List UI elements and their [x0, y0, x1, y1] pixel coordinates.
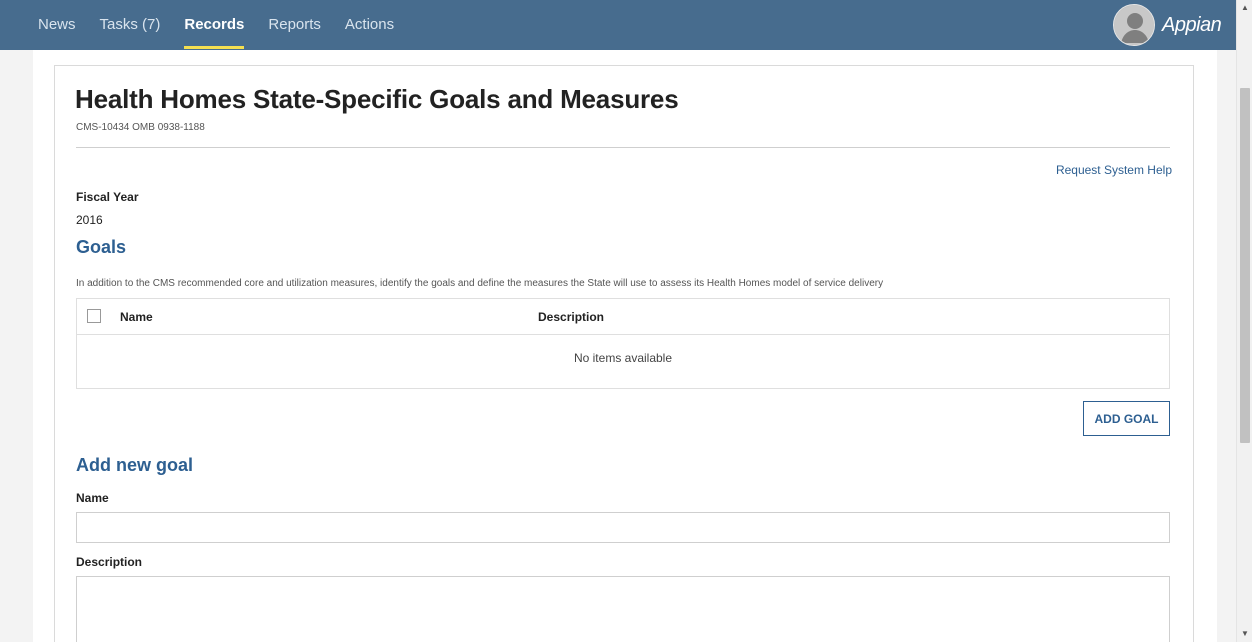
description-field-label: Description	[76, 555, 143, 569]
name-column-header[interactable]: Name	[120, 310, 153, 324]
fiscal-year-label: Fiscal Year	[76, 190, 139, 204]
empty-table-message: No items available	[573, 351, 673, 365]
scroll-down-arrow-icon[interactable]: ▼	[1237, 626, 1252, 642]
top-navigation-bar: News Tasks (7) Records Reports Actions A…	[0, 0, 1236, 50]
nav-item-tasks[interactable]: Tasks (7)	[88, 0, 173, 50]
scroll-up-arrow-icon[interactable]: ▲	[1237, 0, 1252, 16]
page-title: Health Homes State-Specific Goals and Me…	[75, 84, 679, 114]
main-navigation: News Tasks (7) Records Reports Actions	[26, 0, 406, 50]
goal-name-input[interactable]	[76, 512, 1170, 543]
nav-item-news[interactable]: News	[26, 0, 88, 50]
goal-description-textarea[interactable]	[76, 576, 1170, 642]
nav-item-records[interactable]: Records	[172, 0, 256, 50]
goals-table: Name Description No items available	[76, 298, 1170, 389]
fiscal-year-value: 2016	[76, 213, 103, 227]
form-identifier: CMS-10434 OMB 0938-1188	[76, 122, 205, 133]
vertical-scrollbar[interactable]: ▲ ▼	[1236, 0, 1252, 642]
nav-item-actions[interactable]: Actions	[333, 0, 406, 50]
scroll-thumb[interactable]	[1240, 88, 1250, 443]
goals-measures-form: Health Homes State-Specific Goals and Me…	[54, 65, 1194, 642]
request-system-help-link[interactable]: Request System Help	[1056, 163, 1172, 177]
appian-logo[interactable]: Appian	[1162, 0, 1222, 50]
description-column-header[interactable]: Description	[538, 310, 604, 324]
select-all-checkbox[interactable]	[87, 309, 101, 323]
add-new-goal-heading: Add new goal	[76, 455, 193, 475]
page-content: Health Homes State-Specific Goals and Me…	[33, 50, 1217, 642]
nav-item-reports[interactable]: Reports	[256, 0, 333, 50]
name-field-label: Name	[76, 491, 109, 505]
goals-table-header: Name Description	[77, 299, 1169, 335]
goals-section-heading: Goals	[76, 237, 127, 257]
goals-instructions: In addition to the CMS recommended core …	[76, 278, 884, 289]
header-divider	[76, 147, 1170, 148]
user-avatar-icon[interactable]	[1113, 4, 1155, 46]
add-goal-button[interactable]: ADD GOAL	[1083, 401, 1170, 436]
